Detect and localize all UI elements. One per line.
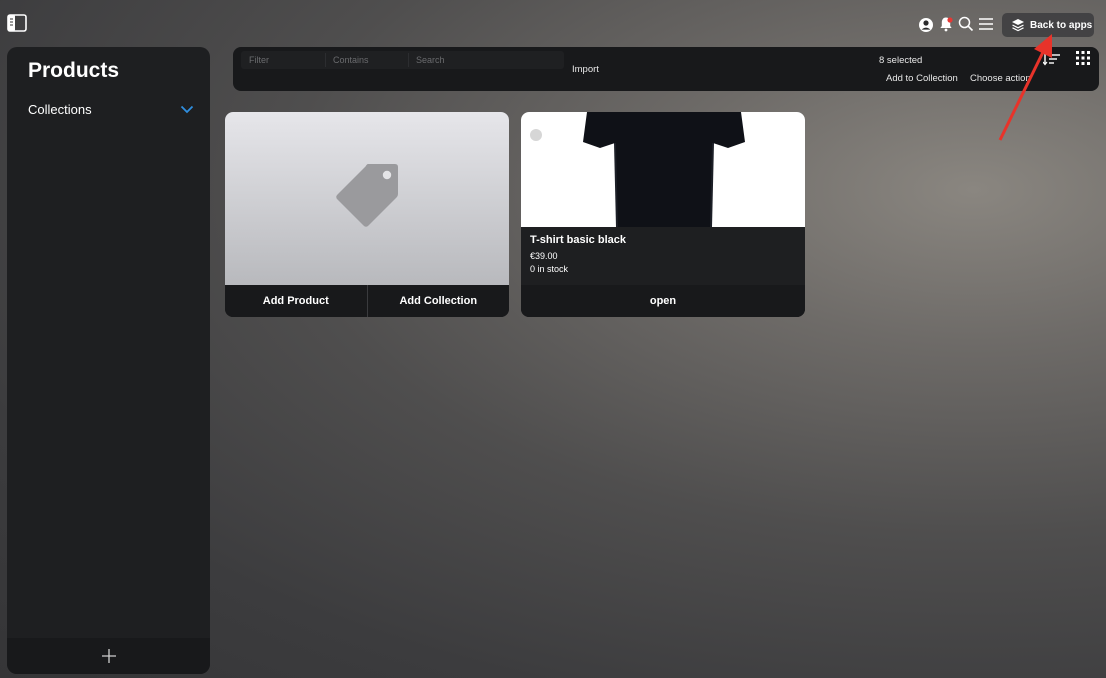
- sidebar-add-button[interactable]: [7, 638, 210, 674]
- sidebar: Products Collections: [7, 47, 210, 674]
- top-bar: Back to apps: [0, 0, 1106, 46]
- select-checkbox[interactable]: [530, 129, 542, 141]
- sidebar-item-label: Collections: [28, 102, 92, 117]
- import-button[interactable]: Import: [572, 64, 599, 75]
- product-card[interactable]: T-shirt basic black €39.00 0 in stock op…: [521, 112, 805, 317]
- chevron-down-icon[interactable]: [180, 104, 194, 114]
- contains-select[interactable]: Contains: [333, 55, 369, 65]
- new-product-card: Add Product Add Collection: [225, 112, 509, 317]
- divider: [325, 53, 326, 67]
- filter-bar: Filter Contains Search: [241, 51, 564, 69]
- search-input[interactable]: Search: [416, 55, 445, 65]
- open-button[interactable]: open: [521, 285, 805, 317]
- product-stock: 0 in stock: [530, 264, 569, 274]
- product-price: €39.00: [530, 251, 558, 261]
- back-to-apps-button[interactable]: Back to apps: [1002, 13, 1094, 37]
- sidebar-item-collections[interactable]: Collections: [28, 102, 194, 120]
- placeholder-image: [225, 112, 509, 285]
- sidebar-toggle-icon[interactable]: [7, 13, 27, 33]
- card-actions: Add Product Add Collection: [225, 285, 509, 317]
- menu-icon[interactable]: [977, 15, 995, 33]
- toolbar: Filter Contains Search Import 8 selected…: [233, 47, 1099, 91]
- user-icon[interactable]: [917, 16, 935, 34]
- divider: [408, 53, 409, 67]
- add-collection-button[interactable]: Add Collection: [368, 285, 510, 317]
- selected-count: 8 selected: [879, 55, 923, 66]
- search-icon[interactable]: [957, 15, 975, 33]
- layers-icon: [1012, 19, 1024, 32]
- plus-icon: [101, 649, 116, 663]
- back-to-apps-label: Back to apps: [1030, 19, 1093, 31]
- card-actions: open: [521, 285, 805, 317]
- tag-icon: [336, 164, 398, 227]
- product-name: T-shirt basic black: [530, 234, 626, 246]
- add-product-button[interactable]: Add Product: [225, 285, 367, 317]
- bell-icon[interactable]: [937, 15, 955, 33]
- add-to-collection-button[interactable]: Add to Collection: [886, 73, 958, 84]
- grid-view-icon[interactable]: [1076, 51, 1090, 65]
- filter-field[interactable]: Filter: [249, 55, 269, 65]
- product-info: T-shirt basic black €39.00 0 in stock: [530, 234, 626, 274]
- tshirt-image: [583, 112, 745, 227]
- sidebar-title: Products: [28, 59, 120, 82]
- sort-icon[interactable]: [1043, 52, 1061, 66]
- choose-action-dropdown[interactable]: Choose action: [970, 73, 1031, 84]
- product-image: [521, 112, 805, 227]
